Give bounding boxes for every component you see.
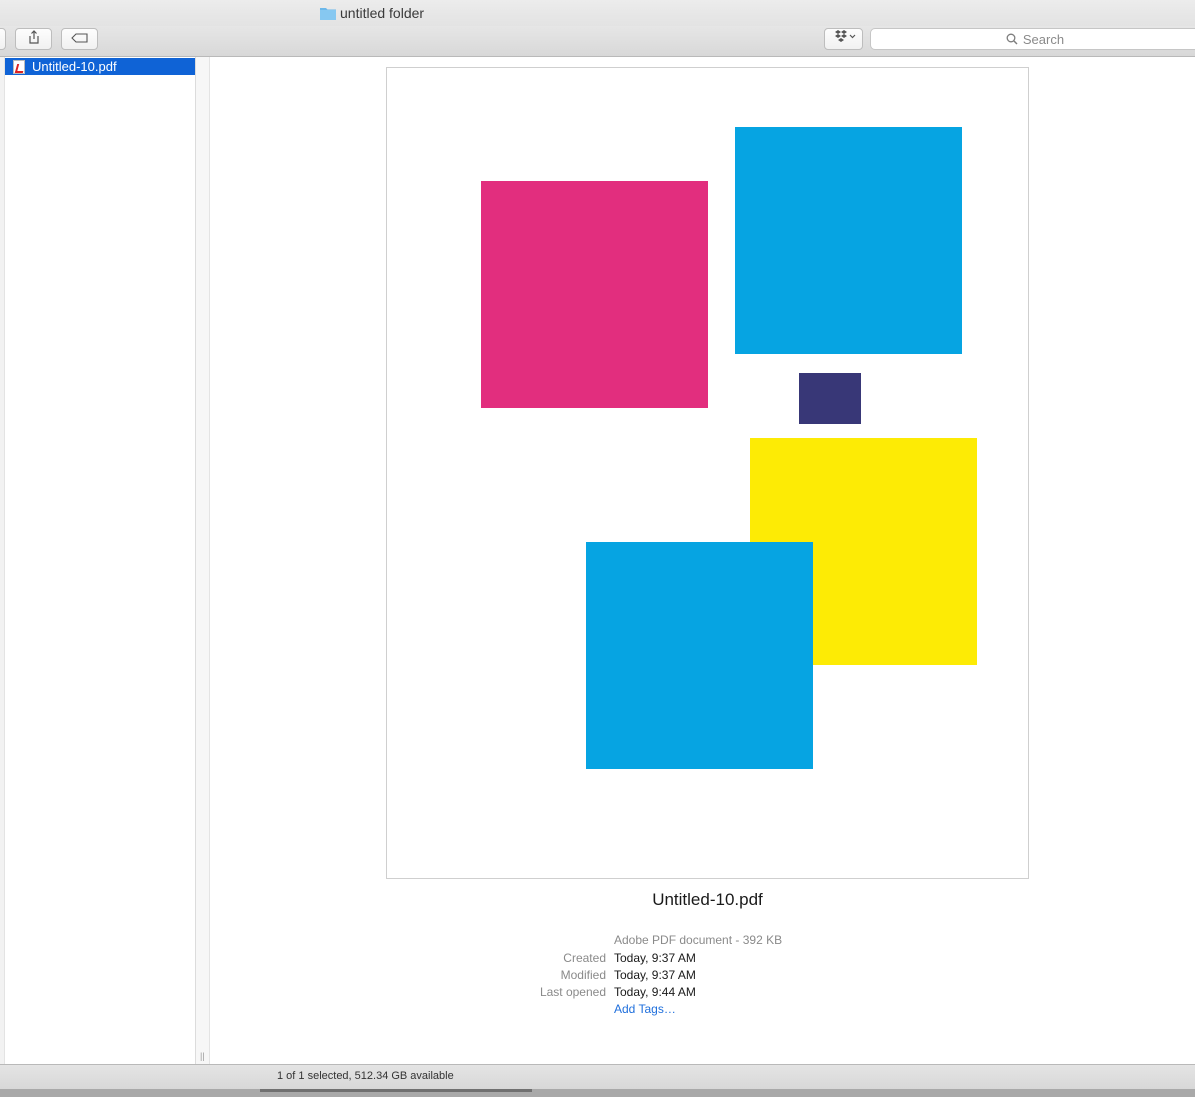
preview-file-name: Untitled-10.pdf [652, 890, 763, 909]
last-opened-label: Last opened [539, 985, 606, 999]
column-resize-handle[interactable]: || [200, 1051, 205, 1061]
view-options-button[interactable] [0, 28, 6, 50]
file-row-label: Untitled-10.pdf [32, 59, 117, 74]
status-text: 1 of 1 selected, 512.34 GB available [277, 1070, 454, 1082]
pdf-preview-thumbnail[interactable] [386, 67, 1029, 879]
window-title: untitled folder [320, 5, 424, 21]
previous-column-edge [0, 57, 5, 1064]
created-value: Today, 9:37 AM [614, 951, 696, 965]
status-bar: 1 of 1 selected, 512.34 GB available [0, 1064, 1195, 1097]
search-icon [1006, 33, 1018, 45]
toolbar: Search [0, 26, 1195, 57]
file-column[interactable] [0, 57, 196, 1064]
created-label: Created [563, 951, 606, 965]
column-divider[interactable] [196, 57, 210, 1064]
modified-value: Today, 9:37 AM [614, 968, 696, 982]
share-button[interactable] [15, 28, 52, 50]
file-kind-size: Adobe PDF document - 392 KB [614, 933, 783, 947]
horizontal-scroll-track[interactable] [0, 1089, 1195, 1097]
share-icon [28, 29, 40, 49]
horizontal-scrollbar-thumb[interactable] [260, 1089, 532, 1092]
title-bar: untitled folder [0, 0, 1195, 26]
pdf-file-icon [13, 59, 25, 74]
cyan-square-top [735, 127, 962, 354]
magenta-square [481, 181, 708, 408]
dropbox-icon [832, 29, 856, 49]
navy-small-rect [799, 373, 861, 424]
last-opened-value: Today, 9:44 AM [614, 985, 696, 999]
tag-button[interactable] [61, 28, 98, 50]
file-row-untitled-10[interactable]: Untitled-10.pdf [5, 58, 195, 75]
add-tags-link[interactable]: Add Tags… [614, 1002, 676, 1016]
dropbox-button[interactable] [824, 28, 863, 50]
folder-icon [320, 6, 336, 20]
window-title-label: untitled folder [340, 5, 425, 21]
tag-icon [70, 30, 89, 48]
modified-label: Modified [560, 968, 606, 982]
search-placeholder: Search [1022, 31, 1065, 47]
cyan-square-bottom [586, 542, 813, 769]
search-input[interactable]: Search [870, 28, 1195, 50]
